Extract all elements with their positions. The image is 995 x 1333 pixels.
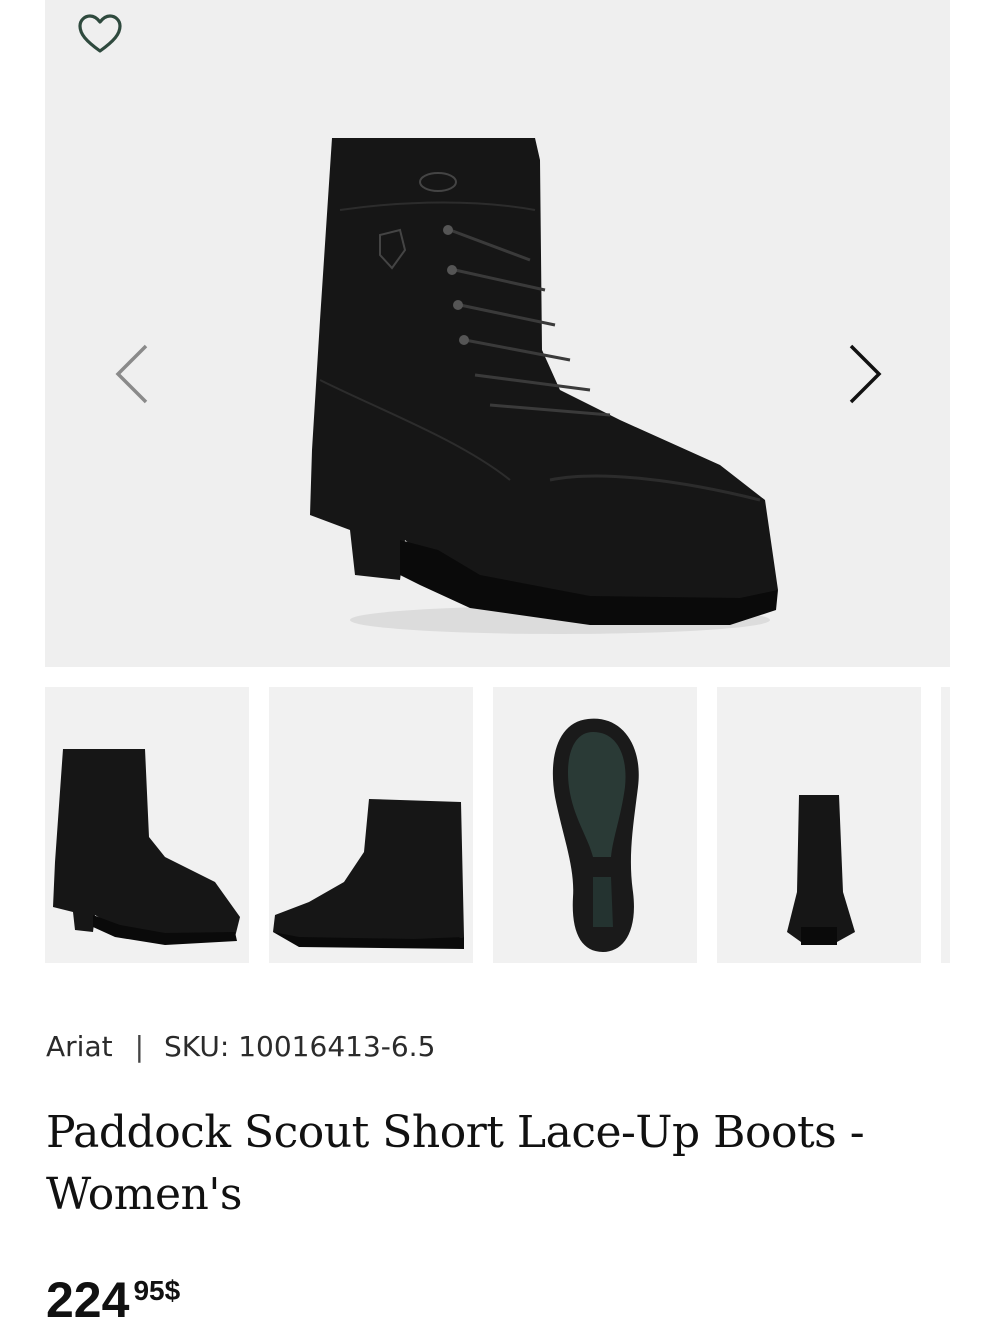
thumbnail-strip[interactable] bbox=[45, 687, 950, 963]
favorite-button[interactable] bbox=[76, 12, 124, 56]
heart-outline-icon bbox=[78, 14, 122, 53]
chevron-right-icon bbox=[849, 344, 882, 404]
boot-sole-thumbnail bbox=[552, 718, 639, 952]
chevron-left-icon bbox=[115, 344, 148, 404]
next-image-button[interactable] bbox=[843, 338, 887, 410]
product-meta: Ariat | SKU: 10016413-6.5 bbox=[46, 1030, 435, 1063]
thumbnail-boot-sole[interactable] bbox=[493, 687, 697, 963]
boot-back-thumbnail bbox=[787, 795, 855, 945]
boot-side-thumbnail bbox=[273, 799, 464, 949]
thumbnail-boot-front-angle[interactable] bbox=[45, 687, 249, 963]
thumbnail-next-partial[interactable] bbox=[941, 687, 950, 963]
meta-separator: | bbox=[134, 1030, 145, 1063]
brand-name[interactable]: Ariat bbox=[46, 1030, 113, 1063]
price-integer: 224 bbox=[46, 1272, 130, 1328]
previous-image-button[interactable] bbox=[110, 338, 154, 410]
product-title: Paddock Scout Short Lace-Up Boots - Wome… bbox=[46, 1107, 865, 1220]
sku-text: SKU: 10016413-6.5 bbox=[164, 1030, 436, 1063]
boot-front-thumbnail bbox=[53, 749, 240, 945]
boot-main-image bbox=[310, 138, 778, 634]
product-image-gallery[interactable] bbox=[45, 0, 950, 667]
thumbnail-boot-back[interactable] bbox=[717, 687, 921, 963]
thumbnail-boot-side[interactable] bbox=[269, 687, 473, 963]
price-decimal: 95$ bbox=[133, 1275, 181, 1306]
product-price: 224 95$ bbox=[46, 1272, 180, 1328]
